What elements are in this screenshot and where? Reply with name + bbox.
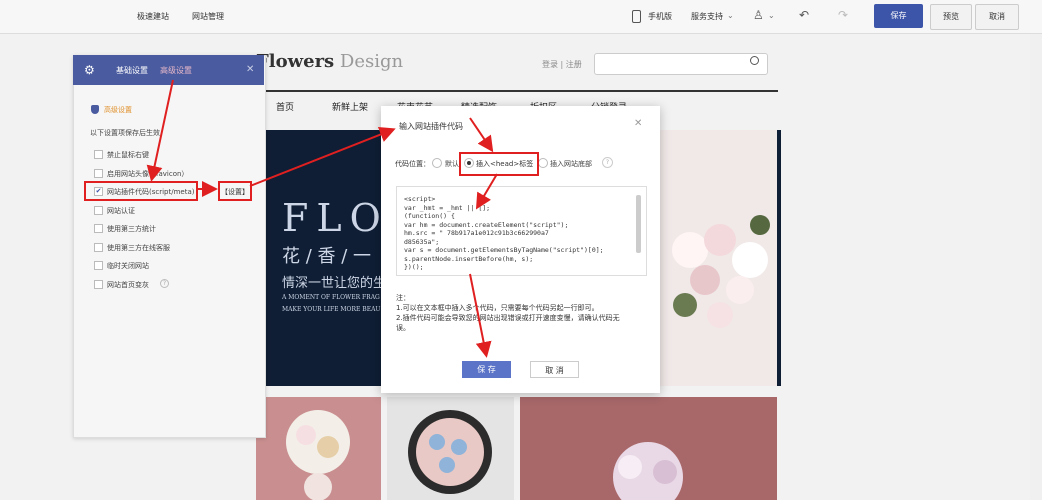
annotation-arrows [146, 79, 498, 358]
